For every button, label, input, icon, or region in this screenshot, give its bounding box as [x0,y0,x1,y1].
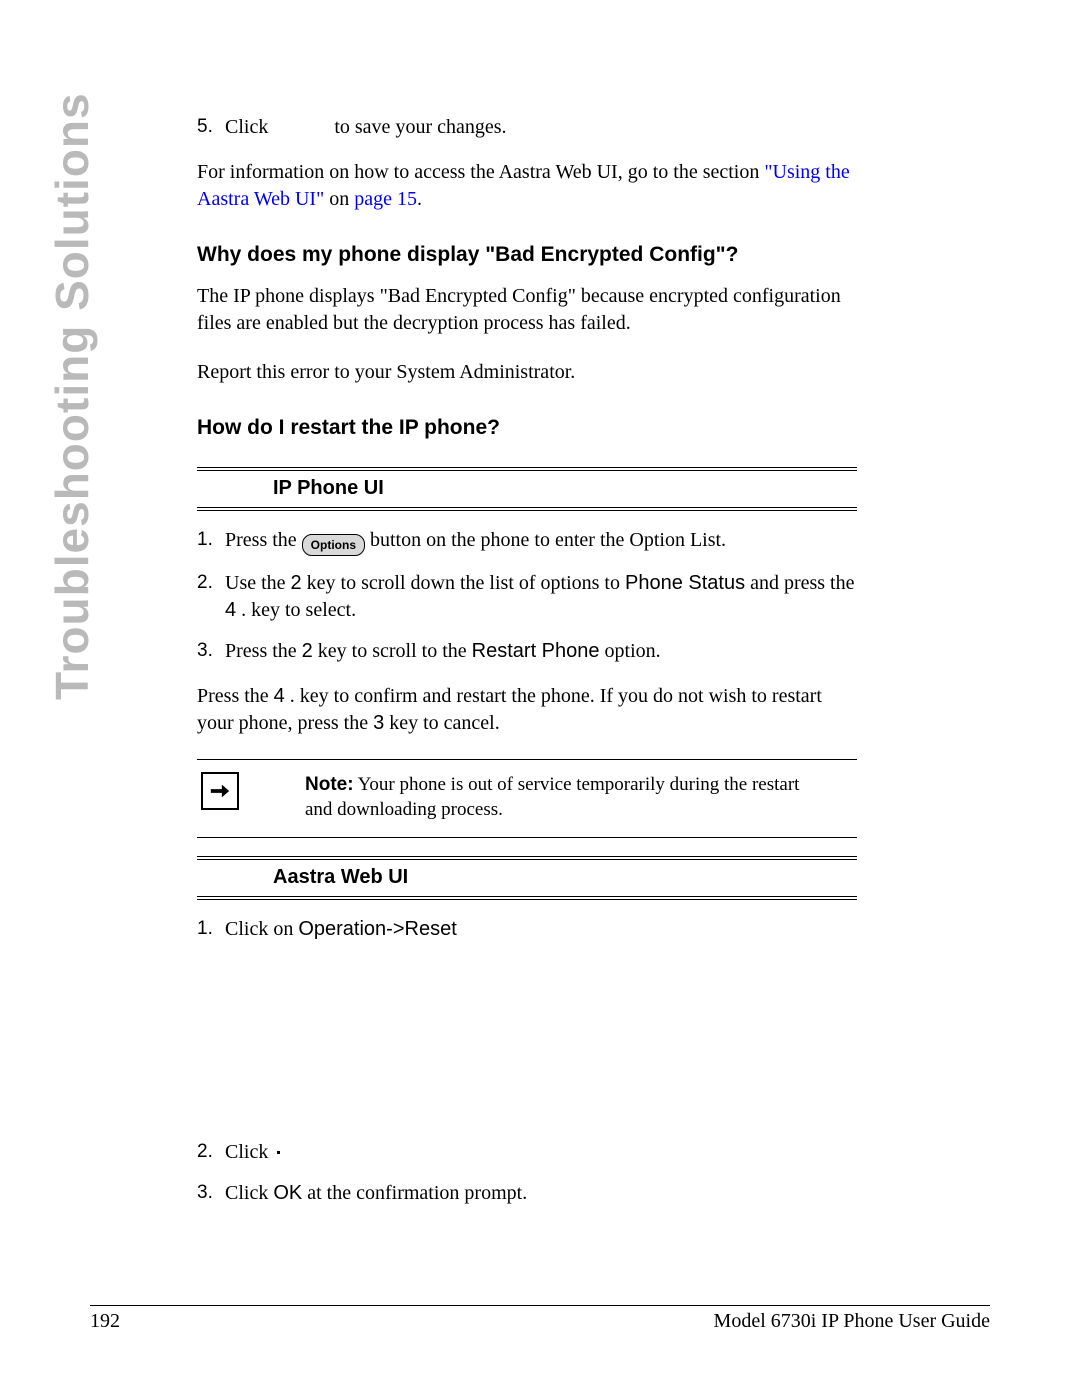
screenshot-placeholder [197,957,857,1133]
body-text: Click [225,1182,273,1204]
list-marker: 5. [197,114,213,140]
body-text: at the confirmation prompt. [302,1182,527,1204]
section-icon-placeholder [203,860,239,896]
body-text: button on the phone to enter the Option … [370,529,726,551]
section-icon-placeholder [203,471,239,507]
section-bar-ip-phone-ui: IP Phone UI [197,467,857,511]
list-marker: 1. [197,916,213,942]
paragraph: The IP phone displays "Bad Encrypted Con… [197,283,857,337]
list-item: 3. Click OK at the confirmation prompt. [197,1180,857,1207]
list-item: 5. Click to save your changes. [197,114,857,141]
list-marker: 2. [197,1139,213,1165]
note-label: Note: [305,774,354,795]
web-ui-steps-continued: 2. Click 3. Click OK at the confirmation… [197,1139,857,1207]
body-text: Press the [225,640,302,662]
body-text: key to cancel. [384,712,500,734]
web-ui-steps: 1. Click on Operation->Reset [197,916,857,943]
body-text: and press the [745,572,854,594]
list-marker: 3. [197,1180,213,1206]
body-text: . key to confirm and restart the phone. … [197,685,822,734]
divider [197,837,857,838]
body-text: Press the [225,529,302,551]
body-text: option. [600,640,661,662]
link-page-15[interactable]: page 15 [354,188,417,210]
key-label: 4 [274,685,285,707]
arrow-right-icon [201,772,239,810]
note-text: Your phone is out of service temporarily… [305,774,799,821]
ip-phone-steps: 1. Press the Options button on the phone… [197,527,857,665]
list-item: 1. Click on Operation->Reset [197,916,857,943]
key-label: 4 [225,599,236,621]
step-list-continued: 5. Click to save your changes. [197,114,857,141]
list-item: 2. Use the 2 key to scroll down the list… [197,570,857,624]
side-section-label: Troubleshooting Solutions [45,92,99,700]
heading-restart-ip-phone: How do I restart the IP phone? [197,414,857,442]
page-content: 5. Click to save your changes. For infor… [197,108,857,1221]
list-item: 2. Click [197,1139,857,1166]
section-bar-aastra-web-ui: Aastra Web UI [197,856,857,900]
list-item: 1. Press the Options button on the phone… [197,527,857,556]
placeholder-dot [277,1151,280,1154]
list-marker: 1. [197,527,213,553]
body-text: Press the [197,685,274,707]
note-block: Note: Your phone is out of service tempo… [197,770,857,831]
ui-label: Phone Status [625,572,745,594]
body-text: For information on how to access the Aas… [197,161,764,183]
document-title: Model 6730i IP Phone User Guide [714,1310,990,1333]
page-number: 192 [90,1310,120,1333]
body-text: Click [225,1141,273,1163]
key-label: 2 [302,640,313,662]
options-button-icon: Options [302,534,365,556]
page-footer: 192 Model 6730i IP Phone User Guide [90,1305,990,1333]
body-text: Click [225,116,273,138]
paragraph: Report this error to your System Adminis… [197,359,857,386]
body-text: key to scroll down the list of options t… [302,572,625,594]
ui-label: OK [273,1182,302,1204]
body-text: . key to select. [236,599,356,621]
ui-label: Restart Phone [472,640,600,662]
heading-bad-encrypted-config: Why does my phone display "Bad Encrypted… [197,241,857,269]
key-label: 2 [291,572,302,594]
body-text: . [417,188,422,210]
body-text: to save your changes. [334,116,506,138]
paragraph: Press the 4 . key to confirm and restart… [197,683,857,737]
list-marker: 3. [197,638,213,664]
list-marker: 2. [197,570,213,596]
section-title: Aastra Web UI [249,864,408,891]
paragraph: For information on how to access the Aas… [197,159,857,213]
key-label: 3 [373,712,384,734]
footer-rule [90,1305,990,1306]
list-item: 3. Press the 2 key to scroll to the Rest… [197,638,857,665]
section-title: IP Phone UI [249,475,384,502]
body-text: on [324,188,354,210]
ui-label: Operation->Reset [298,918,456,940]
divider [197,759,857,760]
body-text: key to scroll to the [313,640,472,662]
body-text: Use the [225,572,291,594]
body-text: Click on [225,918,298,940]
document-page: Troubleshooting Solutions 5. Click to sa… [0,0,1080,1397]
